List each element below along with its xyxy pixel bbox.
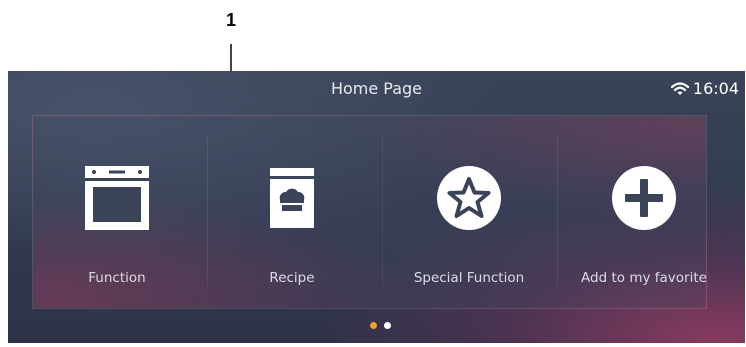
tile-function[interactable]: Function <box>33 116 201 308</box>
tile-recipe[interactable]: Recipe <box>208 116 376 308</box>
tile-label-function: Function <box>88 270 146 286</box>
clock: 16:04 <box>692 79 739 98</box>
page-dot-active[interactable] <box>370 322 377 329</box>
tile-label-special-function: Special Function <box>413 270 525 286</box>
tile-divider <box>557 136 558 286</box>
page-dot[interactable] <box>384 322 391 329</box>
tile-add-favorite[interactable]: Add to my favorite <box>560 116 728 308</box>
tile-label-recipe: Recipe <box>269 270 315 286</box>
tile-divider <box>382 136 383 286</box>
page-title: Home Page <box>330 79 423 98</box>
function-panel: Function Recipe Special Function Add to … <box>32 115 707 309</box>
wifi-icon <box>670 81 689 95</box>
oven-display-screen: Home Page 16:04 Function Recipe Special … <box>8 71 745 343</box>
oven-icon <box>85 166 149 230</box>
tile-label-add-favorite: Add to my favorite <box>581 270 707 286</box>
star-icon <box>437 166 501 230</box>
callout-number: 1 <box>225 10 236 30</box>
plus-icon <box>612 166 676 230</box>
tile-special-function[interactable]: Special Function <box>385 116 553 308</box>
status-bar: 16:04 <box>670 79 739 98</box>
recipe-book-icon <box>270 168 314 228</box>
page-indicator[interactable] <box>370 322 391 329</box>
